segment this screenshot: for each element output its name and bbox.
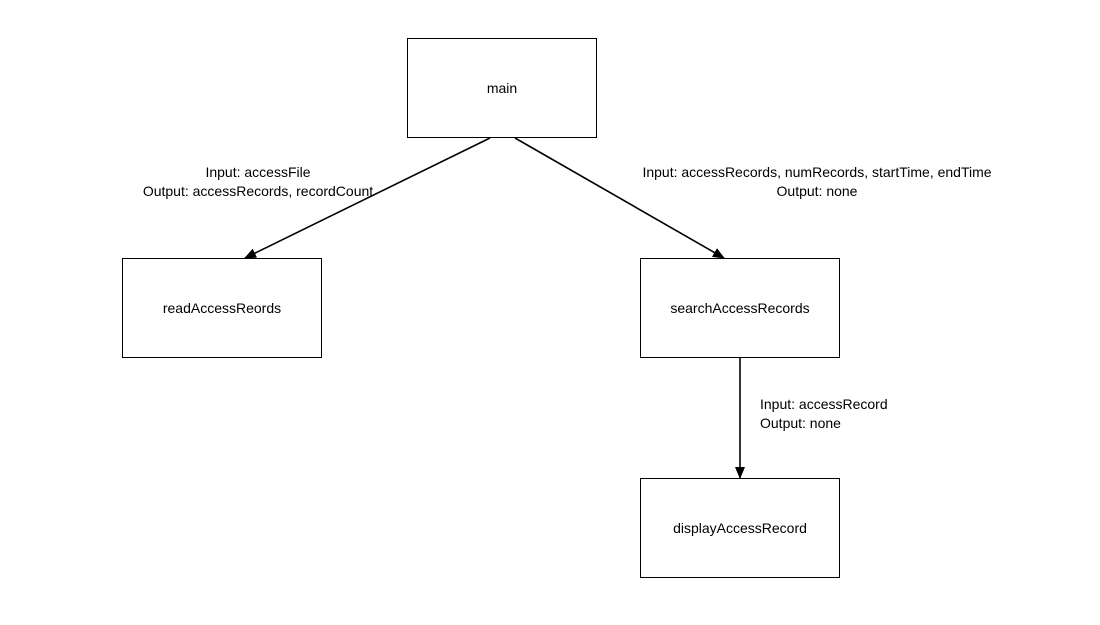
- edge-main-to-read-input: Input: accessFile: [118, 163, 398, 182]
- edge-main-to-read-output: Output: accessRecords, recordCount: [118, 182, 398, 201]
- edge-label-main-to-search: Input: accessRecords, numRecords, startT…: [627, 163, 1007, 201]
- node-main-label: main: [487, 80, 517, 96]
- node-read-access-records: readAccessReords: [122, 258, 322, 358]
- edge-search-to-display-output: Output: none: [760, 414, 960, 433]
- edge-main-to-search-input: Input: accessRecords, numRecords, startT…: [627, 163, 1007, 182]
- node-search-access-records-label: searchAccessRecords: [670, 300, 809, 316]
- edge-main-to-search-output: Output: none: [627, 182, 1007, 201]
- node-display-access-record-label: displayAccessRecord: [673, 520, 807, 536]
- node-search-access-records: searchAccessRecords: [640, 258, 840, 358]
- edge-label-main-to-read: Input: accessFile Output: accessRecords,…: [118, 163, 398, 201]
- node-display-access-record: displayAccessRecord: [640, 478, 840, 578]
- node-read-access-records-label: readAccessReords: [163, 300, 281, 316]
- edge-label-search-to-display: Input: accessRecord Output: none: [760, 395, 960, 433]
- edge-search-to-display-input: Input: accessRecord: [760, 395, 960, 414]
- node-main: main: [407, 38, 597, 138]
